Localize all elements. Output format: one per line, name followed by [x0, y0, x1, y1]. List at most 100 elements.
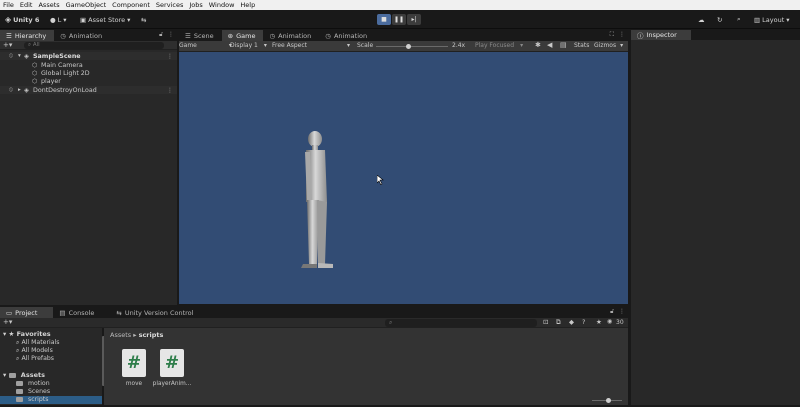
chevron-down-icon: ▾: [63, 15, 67, 24]
game-mode-dropdown[interactable]: Game ▾: [179, 42, 232, 49]
breadcrumb-current[interactable]: scripts: [139, 331, 164, 339]
help-icon[interactable]: ?: [582, 318, 585, 326]
favorites-header[interactable]: ▾ ★ Favorites: [3, 330, 51, 338]
menu-services[interactable]: Services: [153, 1, 186, 9]
favorite-item[interactable]: ⌕ All Models: [16, 347, 53, 355]
tab-scene[interactable]: ☰ Scene: [179, 30, 222, 41]
maximize-icon[interactable]: ⛶: [610, 31, 614, 39]
version-control-icon: ⇆: [141, 15, 147, 24]
play-focused-dropdown[interactable]: Play Focused ▾: [475, 42, 523, 49]
asset-item[interactable]: # move: [114, 349, 154, 387]
inspector-panel: [631, 40, 800, 405]
zoom-slider[interactable]: [592, 398, 622, 403]
menu-edit[interactable]: Edit: [17, 1, 36, 9]
scene-icon: ☰: [185, 31, 191, 40]
folder-item-label: Scenes: [27, 388, 51, 395]
unity-scene-icon: ◈: [24, 52, 29, 60]
center-panel-header: ☰ Scene ⊛ Game ◷ Animation ◷ Animation ⛶…: [179, 30, 628, 52]
step-button[interactable]: ▸|: [407, 14, 421, 25]
more-menu-icon[interactable]: ⋮: [168, 31, 174, 39]
tab-animation-label: Animation: [68, 31, 103, 40]
menu-component[interactable]: Component: [109, 1, 153, 9]
tab-project[interactable]: ▭ Project: [0, 307, 54, 318]
aspect-dropdown[interactable]: Free Aspect ▾: [272, 42, 350, 49]
play-button[interactable]: ■: [377, 14, 391, 25]
lock-icon[interactable]: 🔓︎: [159, 31, 163, 39]
search-by-label-icon[interactable]: ⧉: [556, 318, 561, 327]
layout-dropdown[interactable]: ▥ Layout ▾: [754, 14, 790, 25]
menu-window[interactable]: Window: [206, 1, 238, 9]
bug-icon[interactable]: ✱: [535, 41, 541, 49]
menu-help[interactable]: Help: [237, 1, 258, 9]
visibility-icon[interactable]: ⦸: [9, 52, 13, 60]
favorite-star-icon[interactable]: ★: [596, 318, 602, 326]
hierarchy-scene-row[interactable]: ⦸ ▾ ◈ SampleScene ⋮: [0, 52, 177, 60]
hierarchy-search-input[interactable]: ⌕ All: [24, 42, 164, 49]
tab-version-control[interactable]: ⇆ Unity Version Control: [110, 307, 201, 318]
expand-arrow-icon: ▾: [3, 371, 7, 379]
console-icon: ▤: [59, 308, 66, 317]
favorite-item[interactable]: ⌕ All Materials: [16, 339, 59, 347]
folder-item[interactable]: Scenes: [16, 388, 50, 395]
pause-button[interactable]: ❚❚: [392, 14, 406, 25]
unity-version-button[interactable]: ◈ Unity 6: [5, 14, 39, 25]
history-button[interactable]: ↻: [717, 14, 722, 25]
account-button[interactable]: ● L ▾: [50, 14, 67, 25]
project-search-input[interactable]: ⌕: [385, 319, 537, 327]
expand-arrow-icon[interactable]: ▾: [18, 53, 21, 59]
scale-slider-thumb[interactable]: [405, 44, 411, 49]
menu-gameobject[interactable]: GameObject: [63, 1, 110, 9]
folder-item[interactable]: motion: [16, 380, 50, 387]
hierarchy-item[interactable]: ⬡ player: [0, 77, 177, 85]
assets-header[interactable]: ▾ Assets: [3, 371, 45, 379]
more-menu-icon[interactable]: ⋮: [167, 53, 173, 60]
expand-arrow-icon[interactable]: ▸: [18, 87, 21, 93]
game-view[interactable]: [179, 52, 628, 304]
more-menu-icon[interactable]: ⋮: [167, 87, 173, 94]
asset-store-button[interactable]: ▣ Asset Store ▾: [80, 14, 130, 25]
tab-version-control-label: Unity Version Control: [124, 308, 194, 317]
keyboard-icon[interactable]: ▤: [560, 41, 567, 49]
add-button[interactable]: +▾: [3, 41, 12, 49]
account-label: L: [57, 15, 62, 24]
stop-icon: ■: [381, 16, 387, 23]
scale-slider[interactable]: [376, 44, 448, 49]
display-dropdown[interactable]: Display 1 ▾: [230, 42, 267, 49]
more-menu-icon[interactable]: ⋮: [619, 308, 625, 316]
tab-console[interactable]: ▤ Console: [53, 307, 102, 318]
visibility-icon[interactable]: ⦸: [9, 86, 13, 94]
tab-game[interactable]: ⊛ Game: [221, 30, 264, 41]
hierarchy-item[interactable]: ⬡ Main Camera: [0, 61, 177, 69]
hierarchy-item[interactable]: ⬡ Global Light 2D: [0, 69, 177, 77]
breadcrumb-root[interactable]: Assets: [110, 331, 131, 339]
lock-icon[interactable]: 🔓︎: [610, 308, 614, 316]
asset-item[interactable]: # playerAnim...: [152, 349, 192, 387]
menu-jobs[interactable]: Jobs: [186, 1, 205, 9]
tab-animation-3[interactable]: ◷ Animation: [319, 30, 375, 41]
menu-file[interactable]: File: [0, 1, 17, 9]
step-icon: ▸|: [411, 16, 417, 23]
tab-animation-2[interactable]: ◷ Animation: [263, 30, 319, 41]
add-asset-button[interactable]: +▾: [3, 318, 12, 326]
hierarchy-dontdestroy-row[interactable]: ⦸ ▸ ◈ DontDestroyOnLoad ⋮: [0, 86, 177, 94]
search-button[interactable]: ⌕: [737, 14, 741, 25]
search-by-type-icon[interactable]: ⊡: [543, 318, 548, 326]
gizmos-dropdown[interactable]: Gizmos ▾: [594, 42, 623, 49]
cloud-button[interactable]: ☁: [698, 14, 705, 25]
zoom-slider-thumb[interactable]: [606, 398, 611, 403]
favorite-item[interactable]: ⌕ All Prefabs: [16, 355, 54, 363]
stats-button[interactable]: Stats: [574, 42, 589, 49]
menu-assets[interactable]: Assets: [35, 1, 62, 9]
mute-audio-icon[interactable]: ◀︎: [547, 41, 552, 49]
unity-version-label: Unity 6: [13, 15, 40, 24]
tab-inspector[interactable]: ⓘ Inspector: [631, 30, 691, 40]
favorite-item-label: All Materials: [21, 339, 60, 346]
tab-animation[interactable]: ◷ Animation: [54, 30, 110, 41]
more-menu-icon[interactable]: ⋮: [619, 31, 625, 39]
tag-icon[interactable]: ◆: [569, 318, 574, 326]
asset-store-label: Asset Store: [88, 15, 126, 24]
version-control-button[interactable]: ⇆: [141, 14, 146, 25]
folder-item-selected[interactable]: scripts: [0, 396, 102, 404]
tab-hierarchy[interactable]: ☰ Hierarchy: [0, 30, 55, 41]
player-sprite: [301, 131, 333, 268]
